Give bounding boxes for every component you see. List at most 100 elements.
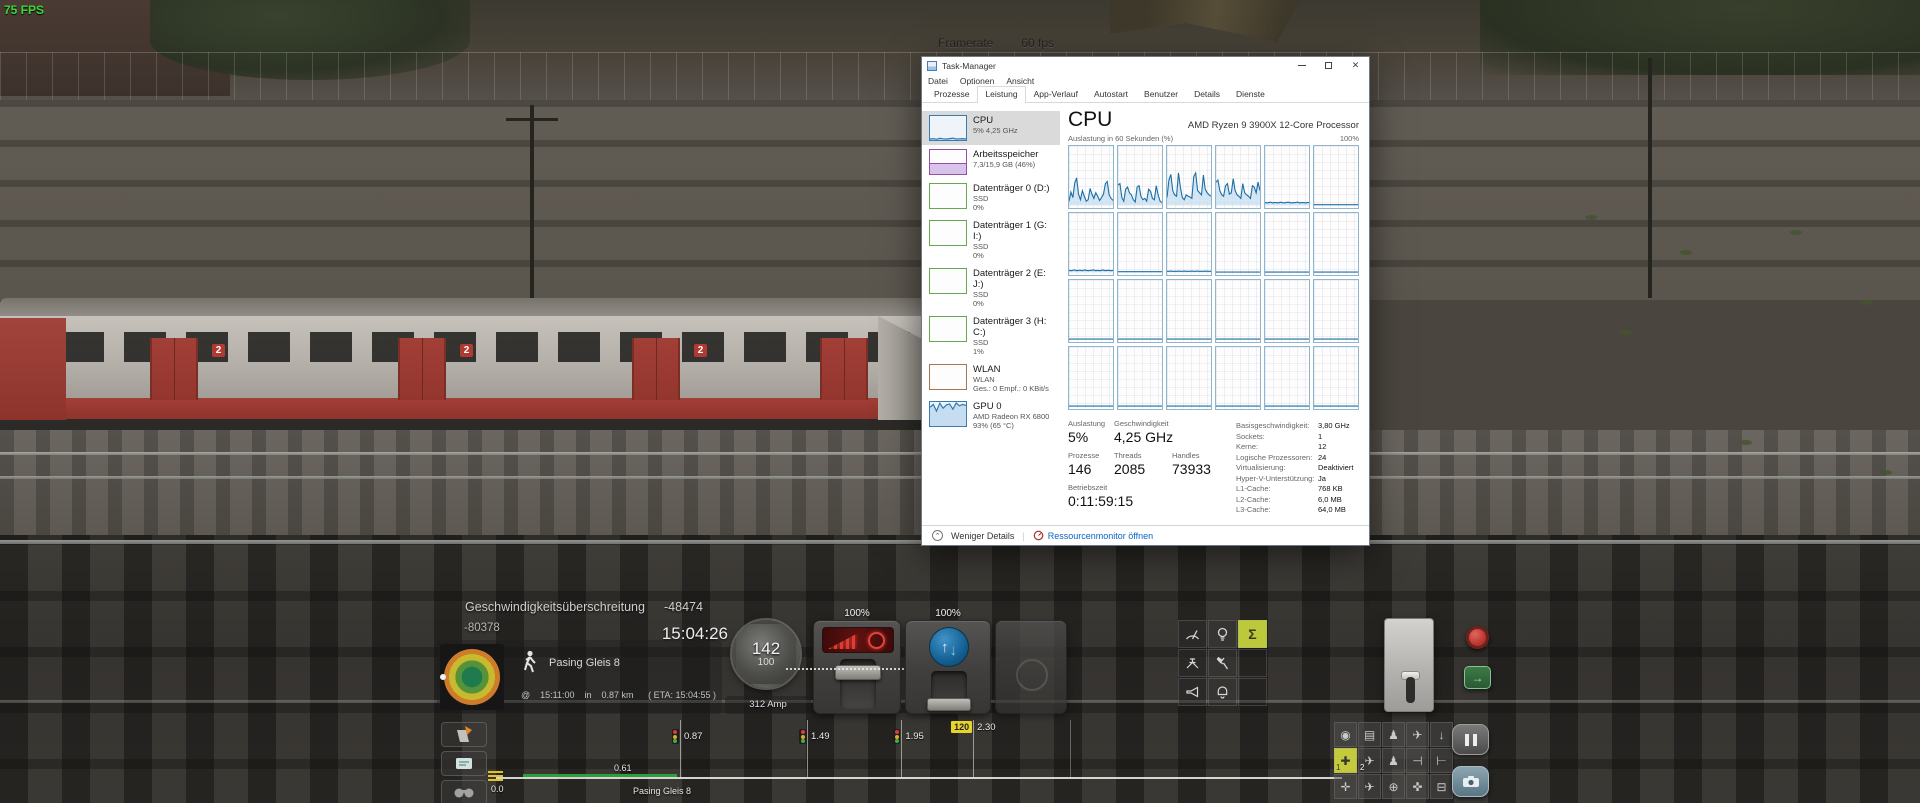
handles-value: 73933: [1172, 461, 1216, 477]
tab-autostart[interactable]: Autostart: [1086, 86, 1136, 102]
open-resource-monitor-link[interactable]: Ressourcenmonitor öffnen: [1033, 530, 1153, 541]
camera-coupler-left-button[interactable]: ⊣: [1406, 748, 1429, 773]
footer-bar: ⌃ Weniger Details | Ressourcenmonitor öf…: [922, 525, 1369, 545]
switch-panel[interactable]: [1384, 618, 1434, 712]
sidebar-item-sub: Ges.: 0 Empf.: 0 KBit/s: [973, 384, 1049, 393]
track-monitor: 0.0 0.61 Pasing Gleis 8 0.871.491.951202…: [488, 716, 1348, 803]
core-graph-23: [1313, 346, 1359, 410]
performance-sidebar: CPU5% 4,25 GHzArbeitsspeicher7,3/15,9 GB…: [922, 105, 1060, 525]
screenshot-button[interactable]: [1452, 766, 1489, 797]
camera-flyby-button[interactable]: ✈: [1406, 722, 1429, 747]
control-sigma-button[interactable]: Σ: [1238, 620, 1267, 648]
cpu-title: CPU: [1068, 109, 1112, 131]
threads-value: 2085: [1114, 461, 1172, 477]
brake-lever[interactable]: [995, 620, 1067, 714]
sidebar-item-datentr-ger-2-e-j[interactable]: Datenträger 2 (E: J:)SSD0%: [922, 264, 1060, 312]
camera-clamp-button[interactable]: ⊟: [1430, 774, 1453, 799]
sidebar-item-sub: 0%: [973, 299, 1056, 308]
control-pantograph-button[interactable]: [1178, 649, 1207, 677]
sidebar-item-datentr-ger-3-h-c[interactable]: Datenträger 3 (H: C:)SSD1%: [922, 312, 1060, 360]
maximize-button[interactable]: [1315, 57, 1342, 74]
sidebar-item-wlan[interactable]: WLANWLANGes.: 0 Empf.: 0 KBit/s: [922, 360, 1060, 397]
core-graph-10: [1264, 212, 1310, 276]
tasklist-button[interactable]: [441, 722, 487, 747]
sidebar-item-title: Datenträger 1 (G: I:): [973, 220, 1056, 242]
menu-optionen[interactable]: Optionen: [960, 76, 995, 86]
cpu-panel: CPU AMD Ryzen 9 3900X 12-Core Processor …: [1060, 105, 1369, 525]
emergency-button[interactable]: [1466, 626, 1489, 649]
pad-icon: ✜: [1412, 780, 1422, 794]
track-station-label: Pasing Gleis 8: [633, 786, 691, 796]
target-marker-dot: [440, 674, 446, 680]
menu-datei[interactable]: Datei: [928, 76, 948, 86]
speed-limit-sign: 120: [951, 721, 972, 733]
close-button[interactable]: ✕: [1342, 57, 1369, 74]
sidebar-item-datentr-ger-1-g-i[interactable]: Datenträger 1 (G: I:)SSD0%: [922, 216, 1060, 264]
menu-ansicht[interactable]: Ansicht: [1006, 76, 1034, 86]
core-graph-4: [1264, 145, 1310, 209]
sidebar-item-sub: 7,3/15,9 GB (46%): [973, 160, 1038, 169]
title-bar[interactable]: Task-Manager ✕: [922, 57, 1369, 74]
camera-pad-button[interactable]: ✜: [1406, 774, 1429, 799]
exit-button[interactable]: →: [1464, 666, 1491, 689]
tab-dienste[interactable]: Dienste: [1228, 86, 1273, 102]
reverser-handle[interactable]: [927, 698, 971, 711]
screen: 2 2 2 75 FPS Framerate60 fps Task-Manage…: [0, 0, 1920, 803]
sidebar-item-title: CPU: [973, 115, 1018, 126]
control-bell-button[interactable]: [1208, 678, 1237, 706]
camera-down-button[interactable]: ↓: [1430, 722, 1453, 747]
binoculars-icon: [452, 785, 476, 800]
sidebar-item-gpu-0[interactable]: GPU 0AMD Radeon RX 680093% (65 °C): [922, 397, 1060, 434]
speed-gauge[interactable]: 142 100: [732, 620, 800, 688]
tab-benutzer[interactable]: Benutzer: [1136, 86, 1186, 102]
binoculars-button[interactable]: [441, 780, 487, 803]
bell-icon: [1214, 684, 1231, 701]
sidebar-item-cpu[interactable]: CPU5% 4,25 GHz: [922, 111, 1060, 145]
signal-lamp-icon: [799, 729, 806, 744]
camera-jet-button[interactable]: ✈2: [1358, 748, 1381, 773]
speed-limit: 100: [758, 657, 775, 668]
threads-label: Threads: [1114, 451, 1172, 460]
camera-coupler-right-button[interactable]: ⊢: [1430, 748, 1453, 773]
camera-heli-button[interactable]: ✚1: [1334, 748, 1357, 773]
camera-cab-button[interactable]: ◉: [1334, 722, 1357, 747]
camera-plane-button[interactable]: ✈: [1358, 774, 1381, 799]
power-display: [822, 627, 894, 653]
control-horn-button[interactable]: [1178, 678, 1207, 706]
core-graph-16: [1264, 279, 1310, 343]
camera-seat-button[interactable]: ♟: [1382, 722, 1405, 747]
signal-distance-label: 1.95: [905, 731, 924, 742]
tab-app-verlauf[interactable]: App-Verlauf: [1026, 86, 1086, 102]
camera-free-cam-button[interactable]: ✛: [1334, 774, 1357, 799]
pause-button[interactable]: [1452, 724, 1489, 755]
camera-walk-button[interactable]: ♟: [1382, 748, 1405, 773]
sidebar-item-arbeitsspeicher[interactable]: Arbeitsspeicher7,3/15,9 GB (46%): [922, 145, 1060, 179]
control-bulb-button[interactable]: [1208, 620, 1237, 648]
core-graph-11: [1313, 212, 1359, 276]
reverser-lever[interactable]: ↑↓: [905, 620, 991, 714]
globe-icon: ⊕: [1388, 780, 1398, 794]
mem-thumbnail-graph: [929, 149, 967, 175]
minimize-button[interactable]: [1288, 57, 1315, 74]
throttle-lever[interactable]: [813, 620, 901, 714]
less-details-button[interactable]: Weniger Details: [951, 531, 1014, 541]
sidebar-item-sub: 0%: [973, 251, 1056, 260]
sidebar-item-datentr-ger-0-d[interactable]: Datenträger 0 (D:)SSD0%: [922, 179, 1060, 216]
score-value: -80378: [464, 622, 500, 634]
footer-divider: |: [1022, 531, 1024, 541]
tasklist-icon: [453, 725, 475, 744]
scene-catenary-arm: [506, 118, 558, 121]
core-graph-2: [1166, 145, 1212, 209]
camera-loco-button[interactable]: ▤: [1358, 722, 1381, 747]
player-train-marker: [488, 771, 503, 782]
performance-target-gauge: [440, 644, 504, 710]
tab-details[interactable]: Details: [1186, 86, 1228, 102]
control-sander-button[interactable]: [1208, 649, 1237, 677]
control-wiper-button[interactable]: [1178, 620, 1207, 648]
tab-prozesse[interactable]: Prozesse: [926, 86, 977, 102]
camera-globe-button[interactable]: ⊕: [1382, 774, 1405, 799]
plane-icon: ✈: [1364, 780, 1374, 794]
core-graph-19: [1117, 346, 1163, 410]
notes-button[interactable]: [441, 751, 487, 776]
tab-leistung[interactable]: Leistung: [977, 86, 1025, 103]
